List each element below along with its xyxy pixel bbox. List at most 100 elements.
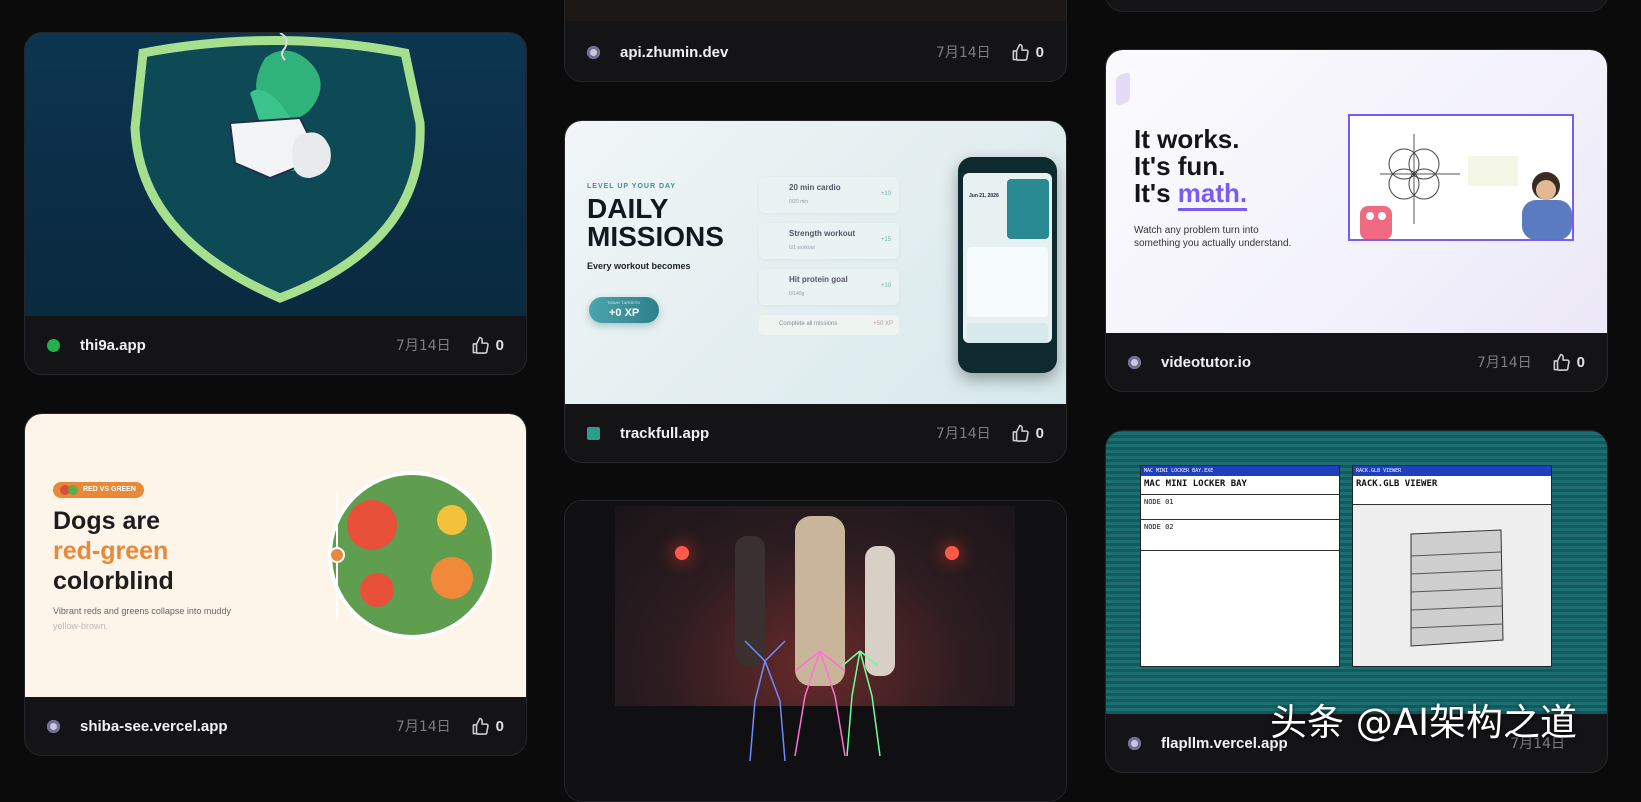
shield-mascot-illustration [130,33,425,303]
mission-name: 20 min cardio [789,183,841,192]
like-button[interactable]: 0 [471,717,504,736]
card-thumbnail[interactable]: MAC MINI LOCKER BAY.EXE MAC MINI LOCKER … [1106,431,1607,714]
project-card-shiba-see[interactable]: RED VS GREEN Dogs are red-green colorbli… [24,413,527,756]
node-01-label: NODE 01 [1144,498,1174,506]
card-domain[interactable]: videotutor.io [1161,354,1477,371]
card-thumbnail[interactable]: LEVEL UP YOUR DAY DAILY MISSIONS Every w… [565,121,1066,404]
hero-subtext-1: Watch any problem turn into [1134,225,1259,236]
badge-red-vs-green: RED VS GREEN [53,482,144,498]
xp-pill-label: TODAY TARGETS [607,300,640,305]
project-card-partial-right[interactable] [1105,0,1608,12]
project-card-trackfull[interactable]: LEVEL UP YOUR DAY DAILY MISSIONS Every w… [564,120,1067,463]
project-card-pose-video[interactable] [564,500,1067,802]
thumbs-up-icon [472,717,489,735]
site-favicon-icon [1128,355,1141,369]
mission-name: Strength workout [789,229,856,238]
like-count: 0 [1035,424,1044,442]
diamond-logo-icon [1116,71,1130,107]
hero-line-3: colorblind [53,567,174,595]
window-title: MAC MINI LOCKER BAY [1144,479,1247,489]
card-thumbnail[interactable]: RED VS GREEN Dogs are red-green colorbli… [25,414,526,697]
card-meta-row: shiba-see.vercel.app 7月14日 0 [25,697,526,755]
thumbs-up-icon [1553,353,1570,371]
mission-card-1[interactable]: 20 min cardio 0/20 min +10 [759,177,899,213]
card-meta-row: api.zhumin.dev 7月14日 0 [565,23,1066,81]
mission-progress: 0/20 min [789,199,809,205]
mission-card-3[interactable]: Hit protein goal 0/140g +10 [759,269,899,305]
project-card-thi9a[interactable]: thi9a.app 7月14日 0 [24,32,527,375]
hero-line-2: It's fun. [1134,151,1226,181]
card-date: 7月14日 [395,719,451,735]
like-count: 0 [495,336,504,354]
window-titlebar[interactable]: MAC MINI LOCKER BAY.EXE [1141,466,1339,476]
hero-title-1: DAILY [587,193,669,224]
like-count: 0 [1035,43,1044,61]
card-thumbnail[interactable]: It works. It's fun. It's math. Watch any… [1106,50,1607,333]
thumbs-up-icon [472,336,489,354]
phone-mockup: Jun 21, 2026 [958,157,1057,373]
rack-viewer-window[interactable]: RACK.GLB VIEWER RACK.GLB VIEWER [1352,465,1552,667]
xp-pill-button[interactable]: TODAY TARGETS +0 XP [589,297,659,323]
site-favicon-icon [1128,736,1141,750]
complete-all-row[interactable]: Complete all missions +50 XP [759,315,899,335]
complete-all-xp: +50 XP [873,321,893,327]
hero-kicker: LEVEL UP YOUR DAY [587,183,677,190]
like-button[interactable]: 0 [471,336,504,355]
window-titlebar-text: MAC MINI LOCKER BAY.EXE [1144,468,1214,474]
badge-label: RED VS GREEN [83,486,136,493]
source-watermark: 头条 @AI架构之道 [1270,701,1577,744]
hero-desc-1: Vibrant reds and greens collapse into mu… [53,606,231,616]
like-button[interactable]: 0 [1011,43,1044,62]
node-02-label: NODE 02 [1144,523,1174,531]
project-card-api-zhumin[interactable]: api.zhumin.dev 7月14日 0 [564,0,1067,82]
locker-bay-window[interactable]: MAC MINI LOCKER BAY.EXE MAC MINI LOCKER … [1140,465,1340,667]
site-favicon-icon [47,338,60,352]
card-date: 7月14日 [395,338,451,354]
hero-line-2: red-green [53,537,169,565]
site-favicon-icon [587,426,600,440]
card-domain[interactable]: shiba-see.vercel.app [80,718,396,735]
card-thumbnail[interactable] [25,33,526,316]
card-thumbnail[interactable] [565,501,1066,801]
server-rack-3d-icon [1410,529,1504,647]
polar-graph-illustration [1360,134,1572,239]
mission-progress: 0/1 workout [789,245,815,251]
hero-line-1: It works. [1134,124,1240,154]
video-preview-frame[interactable] [1348,114,1574,241]
like-button[interactable]: 0 [1552,353,1585,372]
green-dot-icon [68,485,78,495]
card-domain[interactable]: api.zhumin.dev [620,44,936,61]
card-domain[interactable]: trackfull.app [620,425,936,442]
complete-all-label: Complete all missions [779,321,838,327]
card-thumbnail[interactable] [1106,0,1607,11]
hero-subtext-2: something you actually understand. [1134,238,1292,249]
hero-title-2: MISSIONS [587,221,724,252]
phone-date: Jun 21, 2026 [969,193,999,199]
hero-line-3: It's math. [1134,178,1248,211]
like-count: 0 [495,717,504,735]
card-domain[interactable]: thi9a.app [80,337,396,354]
card-date: 7月14日 [1476,355,1532,371]
mission-progress: 0/140g [789,291,805,297]
site-favicon-icon [47,719,60,733]
site-favicon-icon [587,45,600,59]
hero-tagline: Every workout becomes [587,261,691,271]
card-meta-row: trackfull.app 7月14日 0 [565,404,1066,462]
project-card-videotutor[interactable]: It works. It's fun. It's math. Watch any… [1105,49,1608,392]
like-button[interactable]: 0 [1011,424,1044,443]
mission-xp: +10 [880,283,891,289]
hero-accent-word: math. [1177,178,1248,211]
like-count: 0 [1576,353,1585,371]
card-meta-row: thi9a.app 7月14日 0 [25,316,526,374]
hero-desc-2: yellow-brown. [53,621,109,631]
card-date: 7月14日 [935,426,991,442]
card-date: 7月14日 [935,45,991,61]
thumbs-up-icon [1012,43,1029,61]
card-meta-row: videotutor.io 7月14日 0 [1106,333,1607,391]
colorblind-comparison-circle[interactable] [327,470,497,640]
pose-skeleton-overlay [744,640,881,762]
thumbs-up-icon [1012,424,1029,442]
mission-name: Hit protein goal [789,275,848,284]
card-thumbnail[interactable] [565,0,1066,21]
mission-card-2[interactable]: Strength workout 0/1 workout +15 [759,223,899,259]
